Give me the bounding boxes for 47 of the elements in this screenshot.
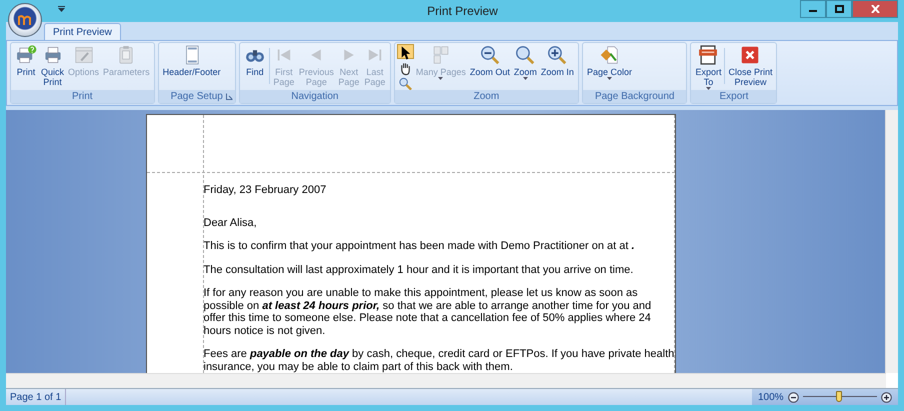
group-title: Print [72, 91, 93, 102]
ribbon-button[interactable]: Zoom [512, 44, 539, 90]
letter-paragraph: Fees are payable on the day by cash, cheque, credit card or EFTPos. If you have private health insurance, you may be able to claim part of this back with them. [204, 348, 676, 373]
logo [18, 14, 32, 26]
maximize-icon [834, 5, 844, 13]
ribbon-button[interactable]: Quick Print [39, 44, 66, 90]
page-count: Page 1 of 1 [6, 389, 66, 405]
zoom-out-icon [478, 44, 501, 66]
ribbon-button[interactable]: Export To [693, 44, 724, 90]
ribbon-button[interactable]: Print [13, 44, 39, 90]
zoom-percent: 100% [758, 392, 784, 402]
ribbon-button[interactable]: Zoom In [538, 44, 576, 90]
zoom-in-button[interactable] [881, 392, 892, 402]
group-title: Export [720, 91, 748, 102]
dialog-launcher-icon[interactable] [226, 93, 233, 100]
magnifier-icon [514, 44, 536, 66]
letter-paragraph: This is to confirm that your appointment has been made with Demo Practitioner on at at . [204, 240, 636, 252]
vertical-scrollbar[interactable] [885, 110, 898, 373]
pointer-icon[interactable] [396, 44, 414, 59]
quick-access-caret-icon[interactable] [58, 6, 65, 12]
close-icon [870, 5, 880, 13]
group-title: Page Background [594, 91, 674, 102]
slider-thumb[interactable] [836, 391, 842, 402]
close-button[interactable] [852, 0, 898, 18]
ribbon-button[interactable]: Header/Footer [160, 44, 223, 90]
zoom-out-button[interactable] [788, 392, 799, 402]
letter-paragraph: If for any reason you are unable to make this appointment, please let us know as soon as possible on at least 24 hours prior, so that we are able to arrange another time for you and offer this time to someone else. Please note that a cancellation fee of 50% applies where 24 hours notice is not given. [204, 287, 652, 337]
group-title: Zoom [474, 91, 500, 102]
minimize-button[interactable] [800, 0, 826, 18]
horizontal-scrollbar[interactable] [6, 373, 886, 388]
ribbon-button[interactable]: Zoom Out [468, 44, 512, 90]
letter-paragraph: Dear Alisa, [204, 216, 258, 229]
magnifier-icon[interactable] [396, 76, 414, 91]
window-title: Print Preview [427, 4, 498, 18]
group-title: Page Setup [170, 91, 223, 102]
letter-paragraph: The consultation will last approximately 1 hour and it is important that you arrive on time. [204, 264, 634, 276]
app-menu-button[interactable] [8, 3, 42, 37]
ribbon-button[interactable]: Close Print Preview [726, 44, 774, 90]
zoom-in-icon [546, 44, 568, 66]
ribbon-tab[interactable]: Print Preview [44, 23, 121, 40]
ribbon-button[interactable]: Find [242, 44, 268, 90]
ribbon-button[interactable]: Page Color [584, 44, 634, 90]
group-title: Navigation [291, 91, 338, 102]
close-icon [739, 44, 762, 66]
printer-icon [15, 44, 37, 66]
letter-date: Friday, 23 February 2007 [204, 184, 328, 196]
maximize-button[interactable] [826, 0, 852, 18]
